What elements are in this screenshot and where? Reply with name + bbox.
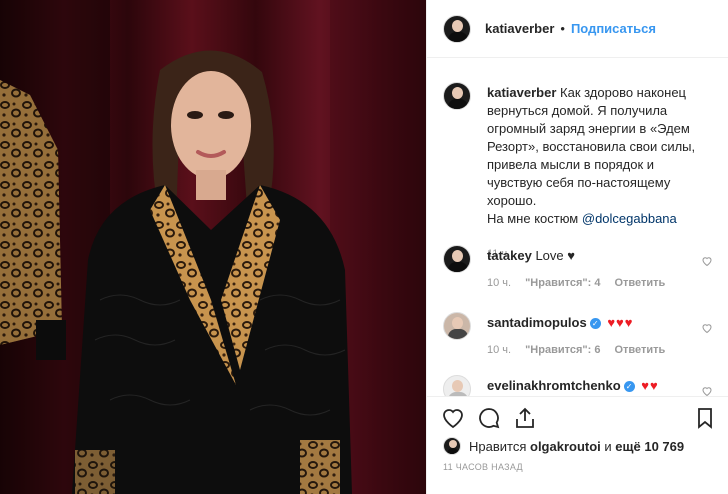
likes-count[interactable]: ещё 10 769 bbox=[615, 439, 684, 454]
comment-username[interactable]: tatakey bbox=[487, 248, 532, 263]
author-avatar[interactable] bbox=[443, 14, 471, 43]
comment-text: tatakey Love ♥ bbox=[487, 247, 709, 265]
like-comment-icon[interactable] bbox=[701, 255, 713, 267]
comment-text: santadimopulos ✓ ♥♥♥ bbox=[487, 314, 709, 332]
post-photo[interactable] bbox=[0, 0, 426, 494]
comment-avatar[interactable] bbox=[443, 375, 471, 396]
header-separator: • bbox=[560, 21, 565, 36]
likes-connector: и bbox=[604, 438, 612, 454]
likes-summary: Нравится olgakroutoi и ещё 10 769 bbox=[443, 436, 723, 456]
photo-illustration bbox=[0, 0, 426, 494]
like-comment-icon[interactable] bbox=[701, 385, 713, 396]
reply-button[interactable]: Ответить bbox=[614, 344, 665, 356]
comment-body: ♥♥ bbox=[641, 378, 659, 393]
likes-prefix: Нравится bbox=[469, 438, 527, 454]
comment-username[interactable]: santadimopulos bbox=[487, 315, 587, 330]
follow-button[interactable]: Подписаться bbox=[571, 21, 656, 36]
like-icon[interactable] bbox=[441, 406, 465, 430]
comment-likes[interactable]: "Нравится": 6 bbox=[525, 344, 600, 356]
action-bar bbox=[427, 396, 728, 437]
liker-username[interactable]: olgakroutoi bbox=[530, 439, 601, 454]
comments-list[interactable]: katiaverber Как здорово наконец вернутьс… bbox=[427, 59, 728, 396]
caption-avatar[interactable] bbox=[443, 82, 471, 110]
comment-text: evelinakhromtchenko ✓ ♥♥ bbox=[487, 377, 709, 395]
verified-icon: ✓ bbox=[623, 381, 635, 393]
comment-body: Love ♥ bbox=[535, 248, 575, 263]
caption-username[interactable]: katiaverber bbox=[487, 85, 556, 100]
comment-time[interactable]: 10 ч. bbox=[487, 344, 511, 356]
post-header: katiaverber • Подписаться bbox=[427, 0, 728, 58]
bookmark-icon[interactable] bbox=[693, 406, 717, 430]
comment-likes[interactable]: "Нравится": 4 bbox=[525, 277, 600, 289]
post-timestamp[interactable]: 11 ЧАСОВ НАЗАД bbox=[443, 462, 523, 472]
caption-body: Как здорово наконец вернуться домой. Я п… bbox=[487, 85, 696, 208]
like-comment-icon[interactable] bbox=[701, 322, 713, 334]
author-username[interactable]: katiaverber bbox=[485, 21, 554, 36]
reply-button[interactable]: Ответить bbox=[614, 277, 665, 289]
instagram-post: katiaverber • Подписаться katiaverber Ка… bbox=[0, 0, 728, 494]
comment-time[interactable]: 10 ч. bbox=[487, 277, 511, 289]
liker-avatar[interactable] bbox=[443, 437, 461, 455]
comment-avatar[interactable] bbox=[443, 312, 471, 340]
comment-username[interactable]: evelinakhromtchenko bbox=[487, 378, 621, 393]
comment-avatar[interactable] bbox=[443, 245, 471, 273]
post-side-panel: katiaverber • Подписаться katiaverber Ка… bbox=[426, 0, 728, 494]
caption-text: katiaverber Как здорово наконец вернутьс… bbox=[487, 84, 709, 228]
caption-mention[interactable]: @dolcegabbana bbox=[582, 211, 677, 226]
caption-suffix: На мне костюм bbox=[487, 211, 579, 226]
share-icon[interactable] bbox=[513, 406, 537, 430]
comment-icon[interactable] bbox=[477, 406, 501, 430]
verified-icon: ✓ bbox=[589, 318, 601, 330]
comment-meta: 10 ч. "Нравится": 6 Ответить bbox=[487, 344, 665, 356]
comment-body: ♥♥♥ bbox=[607, 315, 634, 330]
comment-meta: 10 ч. "Нравится": 4 Ответить bbox=[487, 277, 665, 289]
